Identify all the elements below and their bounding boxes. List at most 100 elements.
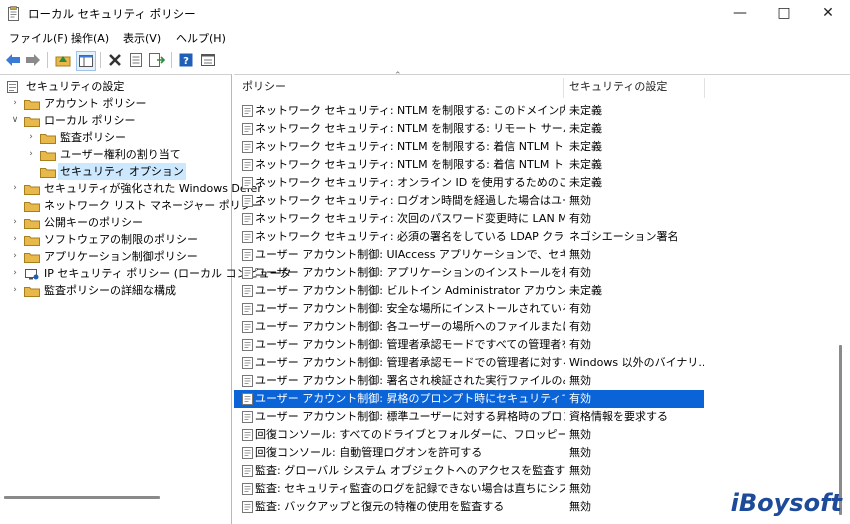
chevron-right-icon[interactable]: › [10, 282, 20, 299]
policy-row[interactable]: ユーザー アカウント制御: ビルトイン Administrator アカウントの… [234, 282, 704, 300]
column-header-policy[interactable]: ポリシー [242, 75, 286, 99]
policy-row[interactable]: ネットワーク セキュリティ: NTLM を制限する: 着信 NTLM トラフィッ… [234, 138, 704, 156]
policy-setting: Windows 以外のバイナリ... [569, 356, 704, 369]
chevron-down-icon[interactable]: ∨ [10, 112, 20, 129]
policy-setting: 有効 [569, 302, 591, 315]
tree-item[interactable]: › アプリケーション制御ポリシー [0, 248, 229, 265]
policy-row[interactable]: ネットワーク セキュリティ: NTLM を制限する: このドメイン内の NTLM… [234, 102, 704, 120]
policy-row[interactable]: ユーザー アカウント制御: 署名され検証された実行ファイルのみを昇... 無効 [234, 372, 704, 390]
policy-item-icon [242, 303, 253, 315]
menu-action[interactable]: 操作(A) [71, 30, 109, 46]
svg-text:?: ? [183, 56, 189, 67]
policy-row[interactable]: 回復コンソール: 自動管理ログオンを許可する 無効 [234, 444, 704, 462]
chevron-right-icon[interactable]: › [10, 231, 20, 248]
policy-list-pane[interactable]: ⌃ ポリシー セキュリティの設定 ネットワーク セキュリティ: NTLM を制限… [234, 71, 850, 524]
chevron-right-icon[interactable]: › [10, 95, 20, 112]
policy-item-icon [242, 321, 253, 333]
folder-icon [24, 117, 40, 127]
column-divider[interactable] [704, 78, 705, 98]
tree-item[interactable]: ∨ ローカル ポリシー [0, 112, 229, 129]
policy-row[interactable]: ネットワーク セキュリティ: NTLM を制限する: リモート サーバーに対する… [234, 120, 704, 138]
policy-item-icon [242, 195, 253, 207]
policy-setting: 未定義 [569, 284, 602, 297]
policy-name: ユーザー アカウント制御: 標準ユーザーに対する昇格時のプロンプトの... [255, 410, 565, 423]
policy-row[interactable]: ネットワーク セキュリティ: ログオン時間を経過した場合はユーザーを強... 無効 [234, 192, 704, 210]
tree-item[interactable]: › セキュリティが強化された Windows Defer [0, 180, 262, 197]
watermark-logo: iBoysoft [730, 489, 842, 517]
policy-setting: 有効 [569, 320, 591, 333]
tree-item[interactable]: › 監査ポリシーの詳細な構成 [0, 282, 229, 299]
policy-row[interactable]: ネットワーク セキュリティ: 必須の署名をしている LDAP クライアントネゴシ… [234, 228, 704, 246]
tree-item[interactable]: › IP セキュリティ ポリシー (ローカル コンピュータ [0, 265, 291, 282]
help-button[interactable]: ? [177, 51, 195, 69]
policy-row[interactable]: 回復コンソール: すべてのドライブとフォルダーに、フロッピーのコピーとア... 無… [234, 426, 704, 444]
chevron-right-icon[interactable]: › [26, 129, 36, 146]
chevron-right-icon[interactable]: › [10, 180, 20, 197]
policy-row[interactable]: 監査: セキュリティ監査のログを記録できない場合は直ちにシステムを... 無効 [234, 480, 704, 498]
policy-row[interactable]: ネットワーク セキュリティ: オンライン ID を使用するためのこのコンピュー.… [234, 174, 704, 192]
properties-icon [130, 53, 142, 67]
policy-name: ネットワーク セキュリティ: NTLM を制限する: このドメイン内の NTLM… [255, 104, 565, 117]
minimize-button[interactable]: — [718, 0, 762, 28]
view-button[interactable] [199, 51, 217, 69]
policy-name: ユーザー アカウント制御: UIAccess アプリケーションで、セキュリティで… [255, 248, 565, 261]
close-icon: ✕ [822, 5, 834, 21]
tree-item[interactable]: › 公開キーのポリシー [0, 214, 229, 231]
column-divider[interactable] [563, 78, 564, 98]
tree-item[interactable]: セキュリティの設定 [0, 78, 229, 95]
policy-name: 回復コンソール: すべてのドライブとフォルダーに、フロッピーのコピーとア... [255, 428, 565, 441]
policy-row[interactable]: ユーザー アカウント制御: UIAccess アプリケーションで、セキュリティで… [234, 246, 704, 264]
back-arrow-icon [6, 54, 20, 66]
policy-item-icon [242, 105, 253, 117]
policy-row[interactable]: ユーザー アカウント制御: 管理者承認モードですべての管理者を実行... 有効 [234, 336, 704, 354]
menu-file[interactable]: ファイル(F) [9, 30, 68, 46]
export-list-button[interactable] [148, 51, 166, 69]
tree-item-label: ユーザー権利の割り当て [60, 148, 181, 161]
tree-item[interactable]: › ソフトウェアの制限のポリシー [0, 231, 229, 248]
tree-item[interactable]: › ユーザー権利の割り当て [0, 146, 229, 163]
policy-row[interactable]: ユーザー アカウント制御: 安全な場所にインストールされている UIAcc...… [234, 300, 704, 318]
folder-icon [24, 185, 40, 195]
tree-item-label: セキュリティが強化された Windows Defer [44, 182, 262, 195]
tree-item[interactable]: › アカウント ポリシー [0, 95, 229, 112]
policy-row[interactable]: ユーザー アカウント制御: 各ユーザーの場所へのファイルまたはレジスト... 有効 [234, 318, 704, 336]
policy-name: ネットワーク セキュリティ: 必須の署名をしている LDAP クライアント [255, 230, 565, 243]
column-header-setting[interactable]: セキュリティの設定 [569, 75, 667, 99]
tree-item[interactable]: ネットワーク リスト マネージャー ポリシー [0, 197, 263, 214]
maximize-button[interactable]: □ [762, 0, 806, 28]
close-button[interactable]: ✕ [806, 0, 850, 28]
chevron-right-icon[interactable]: › [26, 146, 36, 163]
tree-item[interactable]: セキュリティ オプション [0, 163, 229, 180]
tree-item-label: ローカル ポリシー [44, 114, 136, 127]
policy-name: ユーザー アカウント制御: 署名され検証された実行ファイルのみを昇... [255, 374, 565, 387]
policy-setting: 無効 [569, 374, 591, 387]
policy-row[interactable]: 監査: グローバル システム オブジェクトへのアクセスを監査する 無効 [234, 462, 704, 480]
policy-row[interactable]: ユーザー アカウント制御: 昇格のプロンプト時にセキュリティで保護され... 有効 [234, 390, 704, 408]
up-level-button[interactable] [54, 51, 72, 69]
chevron-right-icon[interactable]: › [10, 214, 20, 231]
policy-row[interactable]: ユーザー アカウント制御: アプリケーションのインストールを検出し、昇... 有効 [234, 264, 704, 282]
policy-row[interactable]: 監査: バックアップと復元の特権の使用を監査する 無効 [234, 498, 704, 516]
menu-view[interactable]: 表示(V) [123, 30, 161, 46]
delete-button[interactable] [106, 51, 124, 69]
export-list-icon [149, 53, 165, 67]
tree-pane[interactable]: セキュリティの設定 › アカウント ポリシー ∨ ローカル ポリシー › 監査ポリシー › ユー… [0, 74, 292, 524]
show-hide-tree-button[interactable] [76, 51, 96, 71]
chevron-right-icon[interactable]: › [10, 265, 20, 282]
horizontal-scrollbar[interactable] [4, 496, 160, 499]
policy-setting: 有効 [569, 212, 591, 225]
policy-name: 監査: セキュリティ監査のログを記録できない場合は直ちにシステムを... [255, 482, 565, 495]
forward-button[interactable] [24, 51, 42, 69]
policy-item-icon [242, 447, 253, 459]
policy-row[interactable]: ユーザー アカウント制御: 標準ユーザーに対する昇格時のプロンプトの... 資格情… [234, 408, 704, 426]
chevron-right-icon[interactable]: › [10, 248, 20, 265]
properties-button[interactable] [127, 51, 145, 69]
policy-row[interactable]: ユーザー アカウント制御: 管理者承認モードでの管理者に対する昇... Windo… [234, 354, 704, 372]
menu-help[interactable]: ヘルプ(H) [176, 30, 226, 46]
policy-row[interactable]: ネットワーク セキュリティ: 次回のパスワード変更時に LAN Manager … [234, 210, 704, 228]
menu-bar: ファイル(F) 操作(A) 表示(V) ヘルプ(H) [0, 28, 850, 47]
policy-setting: 無効 [569, 482, 591, 495]
tree-item[interactable]: › 監査ポリシー [0, 129, 229, 146]
policy-row[interactable]: ネットワーク セキュリティ: NTLM を制限する: 着信 NTLM トラフィッ… [234, 156, 704, 174]
back-button[interactable] [4, 51, 22, 69]
